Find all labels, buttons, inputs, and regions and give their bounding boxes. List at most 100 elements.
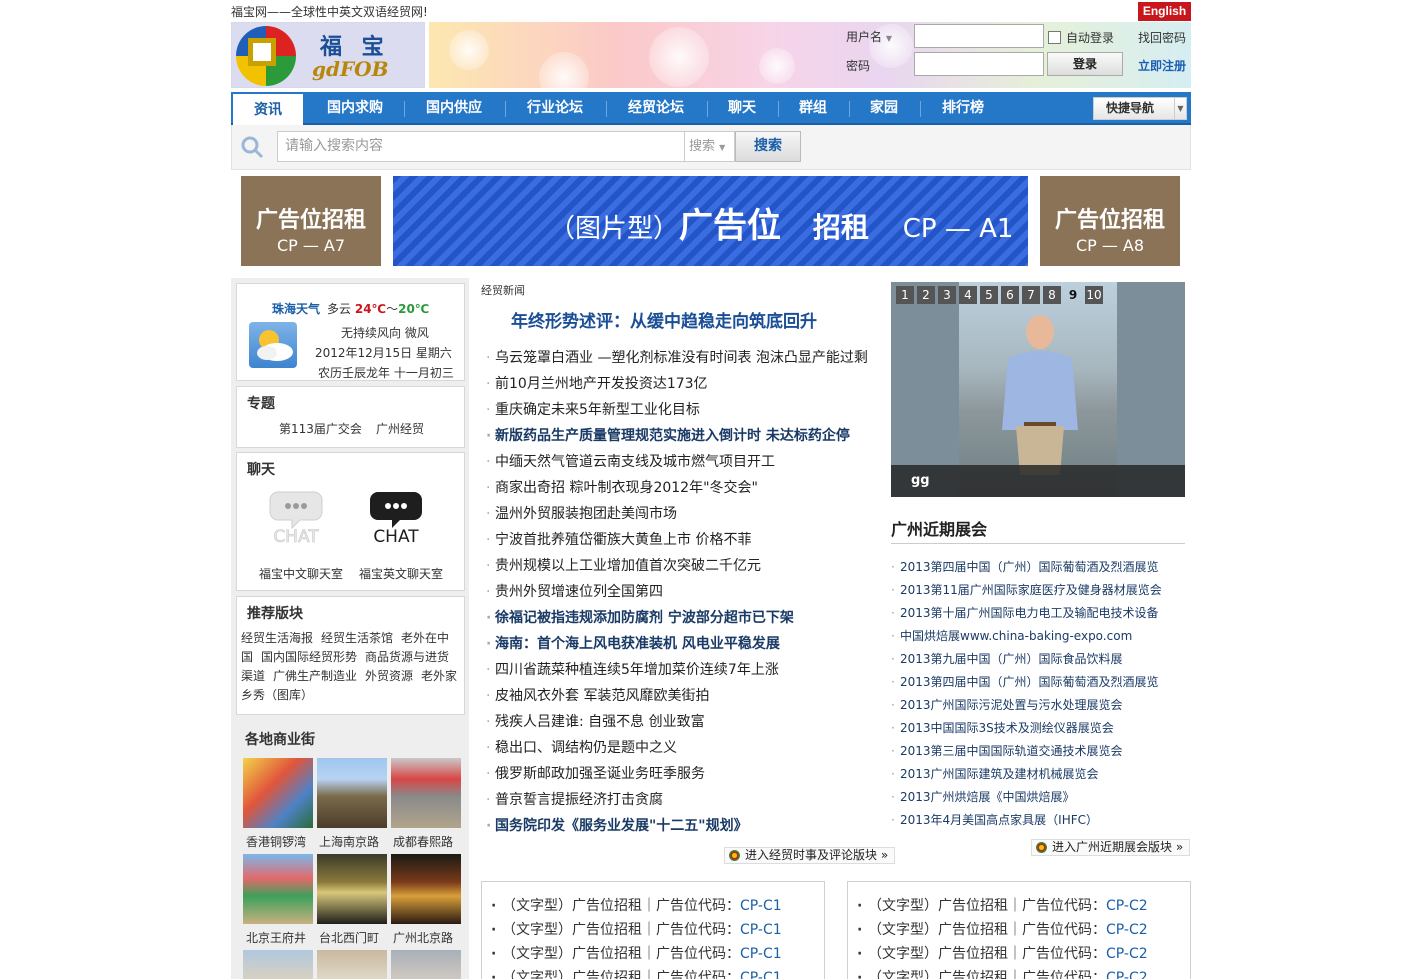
news-item[interactable]: 温州外贸服装抱团赴美闯市场 bbox=[486, 502, 886, 528]
street-photo-wangfujing[interactable] bbox=[243, 854, 313, 924]
ad-slot-a7[interactable]: 广告位招租 CP — A7 bbox=[241, 176, 381, 266]
street-photo-beijing-road[interactable] bbox=[391, 854, 461, 924]
slideshow-page-button[interactable]: 3 bbox=[938, 286, 956, 304]
street-photo-ximending[interactable] bbox=[317, 854, 387, 924]
expo-item[interactable]: 2013广州国际污泥处置与污水处理展览会 bbox=[891, 694, 1191, 717]
nav-item-ranking[interactable]: 排行榜 bbox=[921, 92, 1005, 125]
expo-item[interactable]: 2013第十届广州国际电力电工及输配电技术设备 bbox=[891, 602, 1191, 625]
street-photo-more[interactable] bbox=[317, 950, 387, 979]
expo-item[interactable]: 2013第九届中国（广州）国际食品饮料展 bbox=[891, 648, 1191, 671]
headline-news[interactable]: 年终形势述评：从缓中趋稳走向筑底回升 bbox=[511, 307, 817, 332]
nav-item-news[interactable]: 资讯 bbox=[233, 92, 303, 125]
slideshow-page-button[interactable]: 10 bbox=[1085, 286, 1103, 304]
nav-item-domestic-supply[interactable]: 国内供应 bbox=[405, 92, 503, 125]
recommend-item[interactable]: 经贸生活海报 bbox=[241, 631, 313, 645]
news-item[interactable]: 中缅天然气管道云南支线及城市燃气项目开工 bbox=[486, 450, 886, 476]
chat-english-icon[interactable]: CHAT bbox=[366, 486, 426, 546]
password-input[interactable] bbox=[914, 52, 1044, 76]
topic-link-guangzhou-trade[interactable]: 广州经贸 bbox=[376, 420, 424, 437]
text-ad-item[interactable]: （文字型）广告位招租｜广告位代码：CP-C1 bbox=[482, 918, 824, 942]
expo-item[interactable]: 2013第11届广州国际家庭医疗及健身器材展览会 bbox=[891, 579, 1191, 602]
ad-slot-a8[interactable]: 广告位招租 CP — A8 bbox=[1040, 176, 1180, 266]
news-item[interactable]: 商家出奇招 粽叶制衣现身2012年"冬交会" bbox=[486, 476, 886, 502]
ad-slot-a1[interactable]: （图片型）广告位 招租 CP — A1 bbox=[393, 176, 1028, 266]
recommend-item[interactable]: 经贸生活茶馆 bbox=[321, 631, 393, 645]
street-label[interactable]: 上海南京路 bbox=[319, 833, 399, 850]
news-item[interactable]: 皮袖风衣外套 军装范风靡欧美街拍 bbox=[486, 684, 886, 710]
expo-item[interactable]: 2013第四届中国（广州）国际葡萄酒及烈酒展览 bbox=[891, 671, 1191, 694]
register-link[interactable]: 立即注册 bbox=[1138, 57, 1186, 74]
text-ad-item[interactable]: （文字型）广告位招租｜广告位代码：CP-C2 bbox=[848, 966, 1190, 979]
auto-login-checkbox[interactable] bbox=[1048, 31, 1061, 44]
street-label[interactable]: 广州北京路 bbox=[393, 929, 473, 946]
street-label[interactable]: 香港铜锣湾 bbox=[246, 833, 326, 850]
nav-item-groups[interactable]: 群组 bbox=[779, 92, 847, 125]
news-item[interactable]: 稳出口、调结构仍是题中之义 bbox=[486, 736, 886, 762]
slideshow-page-button[interactable]: 7 bbox=[1022, 286, 1040, 304]
text-ad-item[interactable]: （文字型）广告位招租｜广告位代码：CP-C2 bbox=[848, 918, 1190, 942]
slideshow-page-button[interactable]: 5 bbox=[980, 286, 998, 304]
news-item[interactable]: 海南：首个海上风电获准装机 风电业平稳发展 bbox=[486, 632, 886, 658]
slideshow-page-button[interactable]: 2 bbox=[917, 286, 935, 304]
news-item[interactable]: 新版药品生产质量管理规范实施进入倒计时 未达标药企停 bbox=[486, 424, 886, 450]
expo-item[interactable]: 2013广州烘焙展《中国烘焙展》 bbox=[891, 786, 1191, 809]
slideshow-page-button[interactable]: 6 bbox=[1001, 286, 1019, 304]
street-label[interactable]: 成都春熙路 bbox=[393, 833, 473, 850]
nav-item-trade-forum[interactable]: 经贸论坛 bbox=[607, 92, 705, 125]
news-item[interactable]: 徐福记被指违规添加防腐剂 宁波部分超市已下架 bbox=[486, 606, 886, 632]
chat-chinese-link[interactable]: 福宝中文聊天室 bbox=[259, 565, 343, 582]
slideshow-page-button[interactable]: 8 bbox=[1043, 286, 1061, 304]
slideshow-page-button[interactable]: 4 bbox=[959, 286, 977, 304]
username-input[interactable] bbox=[914, 24, 1044, 48]
search-button[interactable]: 搜索 bbox=[735, 131, 801, 162]
expo-item[interactable]: 2013广州国际建筑及建材机械展览会 bbox=[891, 763, 1191, 786]
expo-item[interactable]: 2013第四届中国（广州）国际葡萄酒及烈酒展览 bbox=[891, 556, 1191, 579]
expo-item[interactable]: 2013年4月美国高点家具展（IHFC） bbox=[891, 809, 1191, 832]
login-button[interactable]: 登录 bbox=[1047, 52, 1123, 76]
nav-item-industry-forum[interactable]: 行业论坛 bbox=[506, 92, 604, 125]
english-button[interactable]: English bbox=[1138, 2, 1191, 21]
street-photo-more[interactable] bbox=[243, 950, 313, 979]
expo-item[interactable]: 2013第三届中国国际轨道交通技术展览会 bbox=[891, 740, 1191, 763]
news-item[interactable]: 国务院印发《服务业发展"十二五"规划》 bbox=[486, 814, 886, 840]
news-item[interactable]: 前10月兰州地产开发投资达173亿 bbox=[486, 372, 886, 398]
news-item[interactable]: 重庆确定未来5年新型工业化目标 bbox=[486, 398, 886, 424]
expo-item[interactable]: 中国烘焙展www.china-baking-expo.com bbox=[891, 625, 1191, 648]
text-ad-item[interactable]: （文字型）广告位招租｜广告位代码：CP-C2 bbox=[848, 894, 1190, 918]
recommend-item[interactable]: 国内国际经贸形势 bbox=[261, 650, 357, 664]
news-item[interactable]: 贵州外贸增速位列全国第四 bbox=[486, 580, 886, 606]
recommend-item[interactable]: 外贸资源 bbox=[365, 669, 413, 683]
text-ad-item[interactable]: （文字型）广告位招租｜广告位代码：CP-C2 bbox=[848, 942, 1190, 966]
expo-item[interactable]: 2013中国国际3S技术及测绘仪器展览会 bbox=[891, 717, 1191, 740]
search-input[interactable]: 请输入搜索内容 bbox=[277, 131, 685, 162]
street-label[interactable]: 台北西门町 bbox=[319, 929, 399, 946]
quick-nav-dropdown[interactable]: 快捷导航 ▼ bbox=[1093, 97, 1187, 120]
street-photo-more[interactable] bbox=[391, 950, 461, 979]
more-trade-news-button[interactable]: 进入经贸时事及评论版块 » bbox=[724, 847, 896, 864]
text-ad-item[interactable]: （文字型）广告位招租｜广告位代码：CP-C1 bbox=[482, 894, 824, 918]
photo-slideshow[interactable]: gg bbox=[891, 282, 1185, 497]
news-item[interactable]: 乌云笼罩白酒业 —塑化剂标准没有时间表 泡沫凸显产能过剩 bbox=[486, 346, 886, 372]
site-logo[interactable]: 福 宝 gdFOB bbox=[231, 22, 425, 88]
chat-chinese-icon[interactable]: CHAT bbox=[266, 486, 326, 546]
nav-item-home[interactable]: 家园 bbox=[850, 92, 918, 125]
nav-item-domestic-buy[interactable]: 国内求购 bbox=[307, 92, 403, 125]
slideshow-page-button[interactable]: 9 bbox=[1064, 286, 1082, 304]
text-ad-item[interactable]: （文字型）广告位招租｜广告位代码：CP-C1 bbox=[482, 966, 824, 979]
news-item[interactable]: 俄罗斯邮政加强圣诞业务旺季服务 bbox=[486, 762, 886, 788]
news-item[interactable]: 宁波首批养殖岱衢族大黄鱼上市 价格不菲 bbox=[486, 528, 886, 554]
street-photo-causeway-bay[interactable] bbox=[243, 758, 313, 828]
street-photo-nanjing-road[interactable] bbox=[317, 758, 387, 828]
news-item[interactable]: 贵州规模以上工业增加值首次突破二千亿元 bbox=[486, 554, 886, 580]
text-ad-item[interactable]: （文字型）广告位招租｜广告位代码：CP-C1 bbox=[482, 942, 824, 966]
more-expo-button[interactable]: 进入广州近期展会版块 » bbox=[1031, 839, 1191, 856]
news-item[interactable]: 四川省蔬菜种植连续5年增加菜价连续7年上涨 bbox=[486, 658, 886, 684]
nav-item-chat[interactable]: 聊天 bbox=[708, 92, 776, 125]
recommend-item[interactable]: 广佛生产制造业 bbox=[273, 669, 357, 683]
forgot-password-link[interactable]: 找回密码 bbox=[1138, 29, 1186, 46]
news-item[interactable]: 残疾人吕建谁: 自强不息 创业致富 bbox=[486, 710, 886, 736]
slideshow-page-button[interactable]: 1 bbox=[896, 286, 914, 304]
topic-link-canton-fair[interactable]: 第113届广交会 bbox=[279, 420, 362, 437]
street-photo-chunxi-road[interactable] bbox=[391, 758, 461, 828]
search-type-select[interactable]: 搜索 ▼ bbox=[685, 131, 735, 162]
